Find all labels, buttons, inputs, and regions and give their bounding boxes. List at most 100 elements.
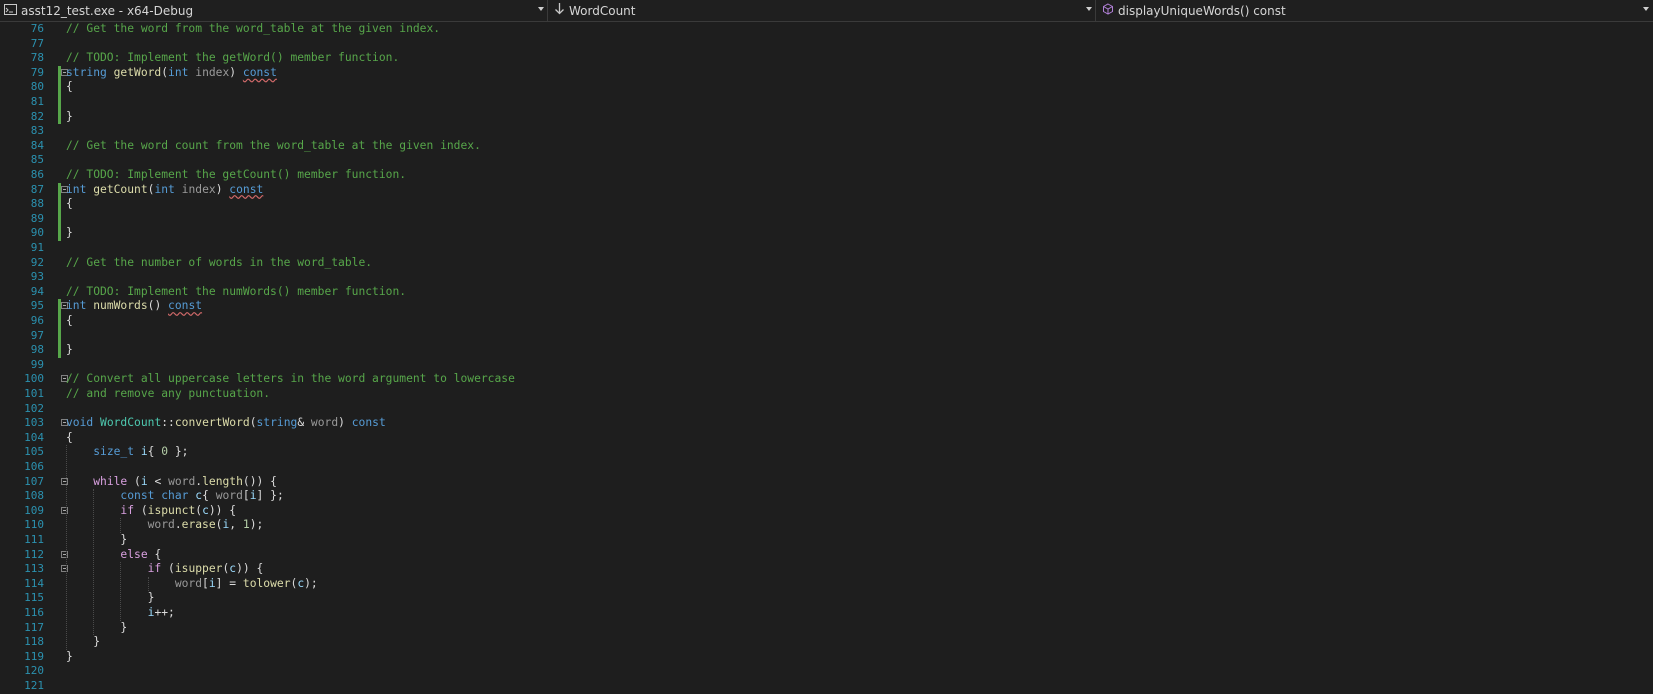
code-line[interactable]: 111 } — [0, 533, 1653, 548]
indent-guide — [120, 562, 122, 621]
code-token: . — [174, 518, 182, 532]
code-token: ( — [161, 562, 175, 576]
code-line[interactable]: 82} — [0, 109, 1653, 125]
chevron-down-icon[interactable] — [538, 7, 544, 11]
code-text: } — [66, 533, 127, 548]
code-line[interactable]: 97 — [0, 328, 1653, 344]
code-line[interactable]: 113 if (isupper(c)) { — [0, 562, 1653, 577]
code-line[interactable]: 108 const char c{ word[i] }; — [0, 489, 1653, 504]
code-text: } — [66, 635, 100, 650]
code-line[interactable]: 96 { — [0, 314, 1653, 329]
code-line[interactable]: 88 { — [0, 197, 1653, 212]
code-line[interactable]: 116 i++; — [0, 606, 1653, 621]
code-line[interactable]: 118 } — [0, 635, 1653, 650]
line-number: 97 — [30, 328, 44, 342]
code-text: { — [66, 80, 73, 95]
code-token: { — [66, 80, 73, 94]
code-line[interactable]: 114 word[i] = tolower(c); — [0, 577, 1653, 592]
code-line[interactable]: 93 — [0, 270, 1653, 285]
code-line[interactable]: 112 else { — [0, 548, 1653, 563]
line-number: 114 — [24, 576, 44, 590]
code-line[interactable]: 100 // Convert all uppercase letters in t… — [0, 372, 1653, 387]
code-line[interactable]: 106 — [0, 460, 1653, 475]
code-token: [ — [242, 489, 250, 503]
line-number: 79 — [30, 65, 44, 79]
line-number: 76 — [30, 22, 44, 35]
class-dropdown[interactable]: WordCount — [550, 0, 1096, 21]
line-number: 88 — [30, 197, 44, 211]
code-line[interactable]: 89 — [0, 211, 1653, 227]
code-line[interactable]: 91 — [0, 241, 1653, 256]
code-text: { — [66, 197, 73, 212]
code-text: // TODO: Implement the getWord() member … — [66, 51, 399, 66]
code-line[interactable]: 87 int getCount(int index) const — [0, 182, 1653, 198]
code-text: word.erase(i, 1); — [66, 518, 264, 533]
code-line[interactable]: 117 } — [0, 621, 1653, 636]
code-text: // Get the number of words in the word_t… — [66, 256, 372, 271]
code-line[interactable]: 77 — [0, 37, 1653, 52]
code-token: word — [215, 489, 243, 503]
code-line[interactable]: 104 { — [0, 431, 1653, 446]
chevron-down-icon[interactable] — [1643, 7, 1649, 11]
code-text: void WordCount::convertWord(string& word… — [66, 416, 386, 431]
code-line[interactable]: 80 { — [0, 80, 1653, 95]
code-token: ( — [249, 416, 257, 430]
code-line[interactable]: 84 // Get the word count from the word_ta… — [0, 139, 1653, 154]
code-text: int numWords() const — [66, 299, 202, 314]
code-line[interactable]: 81 — [0, 95, 1653, 110]
code-line[interactable]: 103 void WordCount::convertWord(string& w… — [0, 416, 1653, 431]
code-text: { — [66, 314, 73, 329]
code-line[interactable]: 119} — [0, 650, 1653, 665]
chevron-down-icon[interactable] — [1086, 7, 1092, 11]
code-line[interactable]: 102 — [0, 402, 1653, 417]
code-token: } — [66, 343, 73, 357]
code-line[interactable]: 90} — [0, 226, 1653, 241]
code-token: size_t — [93, 445, 135, 459]
code-line[interactable]: 92 // Get the number of words in the word… — [0, 256, 1653, 271]
code-token: int — [154, 182, 175, 196]
member-dropdown[interactable]: displayUniqueWords() const — [1098, 0, 1653, 21]
code-line[interactable]: 95 int numWords() const — [0, 299, 1653, 314]
code-text: } — [66, 621, 127, 636]
code-token: string — [66, 65, 107, 79]
code-line[interactable]: 83 — [0, 124, 1653, 139]
code-line[interactable]: 115 } — [0, 591, 1653, 606]
code-line[interactable]: 76 // Get the word from the word_table at… — [0, 22, 1653, 37]
code-line[interactable]: 107 while (i < word.length()) { — [0, 475, 1653, 490]
line-number: 120 — [24, 664, 44, 678]
code-text: } — [66, 591, 155, 606]
code-line[interactable]: 98} — [0, 343, 1653, 358]
code-editor[interactable]: 76 // Get the word from the word_table at… — [0, 22, 1653, 693]
line-number: 98 — [30, 343, 44, 357]
code-token: ); — [304, 576, 318, 590]
code-line[interactable]: 86 // TODO: Implement the getCount() memb… — [0, 168, 1653, 183]
code-line[interactable]: 109 if (ispunct(c)) { — [0, 504, 1653, 519]
code-line[interactable]: 85 — [0, 153, 1653, 168]
code-line[interactable]: 78 // TODO: Implement the getWord() membe… — [0, 51, 1653, 66]
line-number: 103 — [24, 416, 44, 430]
line-number: 107 — [24, 474, 44, 488]
navigation-bar: asst12_test.exe - x64-Debug WordCount di… — [0, 0, 1653, 22]
code-line[interactable]: 101 // and remove any punctuation. — [0, 387, 1653, 402]
code-line[interactable]: 120 — [0, 664, 1653, 679]
indent-guide — [147, 576, 150, 592]
code-line[interactable]: 79 string getWord(int index) const — [0, 65, 1653, 81]
project-icon — [4, 3, 17, 18]
code-line[interactable]: 110 word.erase(i, 1); — [0, 518, 1653, 533]
code-token: } — [66, 109, 73, 123]
code-token: // TODO: Implement the getCount() member… — [66, 168, 407, 181]
change-marker — [58, 95, 61, 110]
code-line[interactable]: 94 // TODO: Implement the numWords() memb… — [0, 285, 1653, 300]
code-line[interactable]: 99 — [0, 358, 1653, 373]
project-dropdown[interactable]: asst12_test.exe - x64-Debug — [0, 0, 548, 21]
code-token: void — [66, 416, 94, 430]
code-text: // Get the word count from the word_tabl… — [66, 139, 481, 154]
scope-arrow-icon — [554, 3, 565, 18]
line-number: 116 — [24, 606, 44, 619]
code-token: { — [147, 547, 162, 561]
code-text: size_t i{ 0 }; — [66, 445, 188, 460]
code-line[interactable]: 105 size_t i{ 0 }; — [0, 445, 1653, 460]
code-token: }; — [168, 445, 189, 459]
code-line[interactable]: 121 — [0, 679, 1653, 694]
